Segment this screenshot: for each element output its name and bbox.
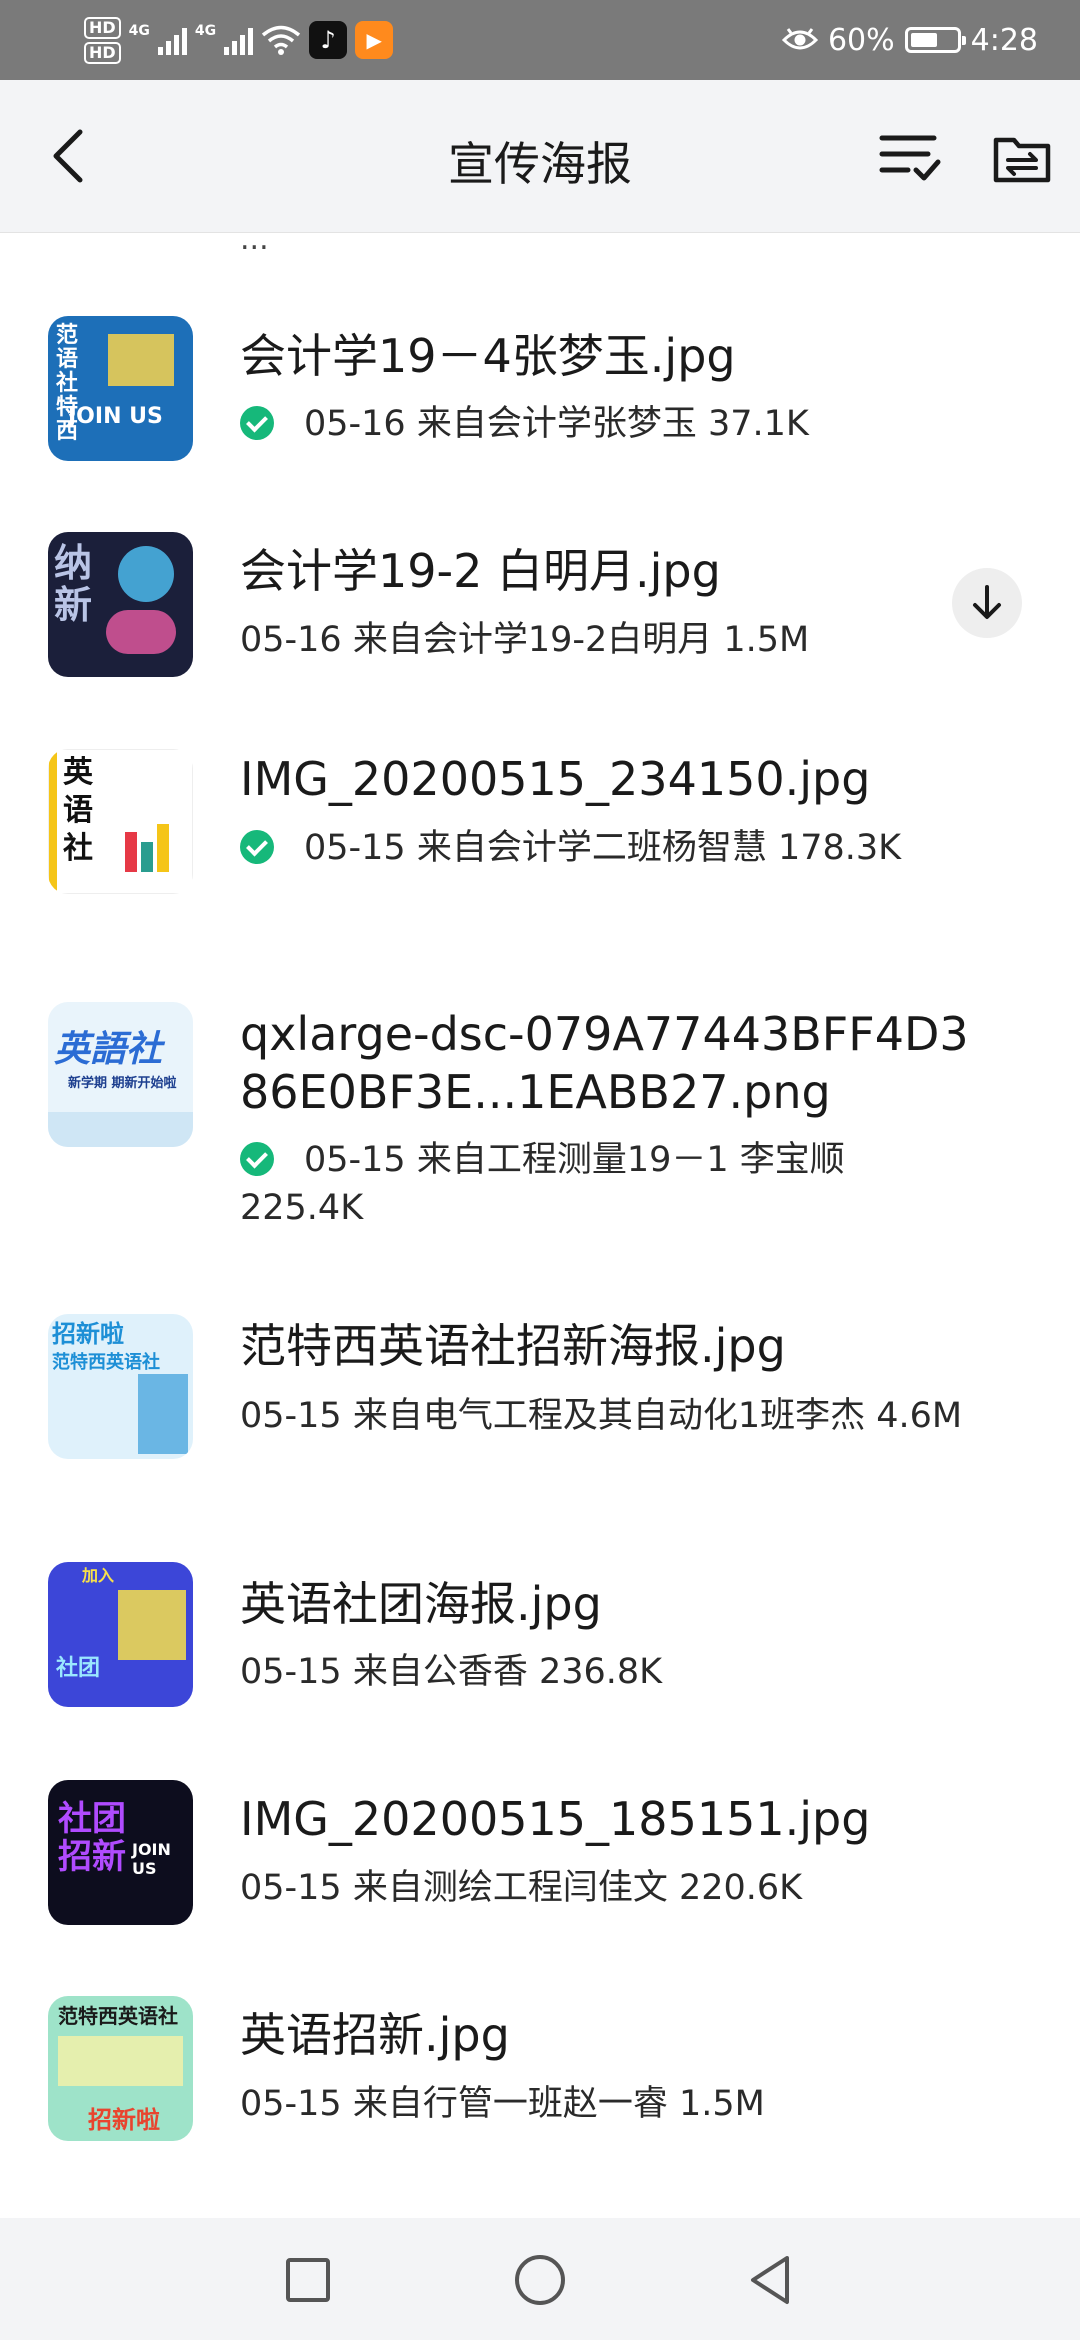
file-name: 会计学19-2 白明月.jpg	[240, 544, 721, 598]
triangle-back-icon	[751, 2256, 789, 2304]
thumb-text: 范特西英语社	[52, 1352, 160, 1373]
signal-icon	[157, 25, 187, 55]
status-right: 60% 4:28	[781, 0, 1038, 80]
file-meta: 05-16 来自会计学张梦玉 37.1K	[240, 400, 970, 448]
thumb-text: 新学期 期新开始啦	[68, 1076, 177, 1091]
file-name: 范特西英语社招新海报.jpg	[240, 1319, 786, 1373]
wifi-icon	[262, 25, 301, 55]
file-name: IMG_20200515_185151.jpg	[240, 1792, 871, 1846]
file-meta: 05-15 来自会计学二班杨智慧 178.3K	[240, 824, 970, 872]
thumb-text: JOIN US	[132, 1840, 171, 1878]
thumb-text: 社团	[56, 1656, 101, 1681]
file-thumbnail: 范特西英语社 招新啦	[48, 1996, 193, 2141]
file-name: qxlarge-dsc-079A77443BFF4D386E0BF3E...1E…	[240, 1007, 969, 1119]
file-meta: 05-15 来自行管一班赵一睿 1.5M	[240, 2084, 765, 2124]
downloaded-check-icon	[240, 1142, 274, 1176]
file-thumbnail: 范语社特西 JOIN US	[48, 316, 193, 461]
file-thumbnail: 招新啦 范特西英语社	[48, 1314, 193, 1459]
file-meta-text: 05-15 来自会计学二班杨智慧 178.3K	[304, 828, 902, 868]
signal-icon-2	[224, 25, 254, 55]
file-meta-text: 05-15 来自工程测量19－1 李宝顺 225.4K	[240, 1140, 845, 1228]
eye-comfort-icon	[781, 28, 818, 50]
thumb-text: 英语社	[63, 755, 93, 866]
status-left: HD HD 4G 4G ♪ ▶	[84, 12, 394, 68]
folder-icon	[993, 137, 1051, 183]
file-list[interactable]: ... 范语社特西 JOIN US 会计学19－4张梦玉.jpg 05-16 来…	[0, 232, 1080, 2218]
file-thumbnail: 纳新	[48, 532, 193, 677]
download-button[interactable]	[952, 568, 1022, 638]
file-meta: 05-15 来自电气工程及其自动化1班李杰 4.6M	[240, 1396, 963, 1436]
hd-icon: HD HD	[84, 16, 121, 64]
downloaded-check-icon	[240, 830, 274, 864]
sort-list-icon	[879, 135, 941, 181]
recents-button[interactable]	[276, 2248, 340, 2312]
thumb-text: 纳新	[54, 541, 93, 627]
file-name: 英语社团海报.jpg	[240, 1577, 602, 1631]
status-bar: HD HD 4G 4G ♪ ▶ 60% 4:28	[0, 0, 1080, 80]
circle-home-icon	[515, 2255, 565, 2305]
file-name: IMG_20200515_234150.jpg	[240, 752, 871, 806]
home-button[interactable]	[508, 2248, 572, 2312]
thumb-text: 招新啦	[52, 1320, 124, 1348]
network-type-2: 4G	[194, 23, 217, 39]
tiktok-app-icon: ♪	[309, 21, 348, 59]
file-meta: 05-15 来自测绘工程闫佳文 220.6K	[240, 1868, 803, 1908]
file-meta: 05-15 来自公香香 236.8K	[240, 1652, 663, 1692]
file-thumbnail: 社团招新 JOIN US	[48, 1780, 193, 1925]
thumb-text: 英語社	[54, 1029, 163, 1070]
battery-percent: 60%	[827, 22, 895, 58]
sort-button[interactable]	[874, 124, 946, 192]
file-meta-text: 05-16 来自会计学张梦玉 37.1K	[304, 404, 809, 444]
file-thumbnail: 加入 社团	[48, 1562, 193, 1707]
top-app-bar: 宣传海报	[0, 80, 1080, 233]
thumb-text: JOIN US	[68, 404, 163, 429]
nav-back-button[interactable]	[738, 2248, 802, 2312]
hd-label-1: HD	[84, 16, 121, 39]
system-navigation-bar	[0, 2218, 1080, 2340]
folder-button[interactable]	[986, 124, 1058, 192]
file-name: 英语招新.jpg	[240, 2008, 510, 2062]
hd-label-2: HD	[84, 41, 121, 64]
clock: 4:28	[970, 22, 1038, 58]
file-meta: 05-16 来自会计学19-2白明月 1.5M	[240, 620, 810, 660]
previous-item-fragment: ...	[240, 232, 269, 257]
network-type-1: 4G	[128, 23, 150, 39]
thumb-text: 社团招新	[58, 1799, 126, 1877]
file-thumbnail: 英语社	[48, 749, 193, 894]
thumb-text: 加入	[82, 1566, 115, 1585]
download-arrow-icon	[973, 585, 1001, 619]
thumb-text: 招新啦	[88, 2106, 160, 2134]
video-app-icon: ▶	[355, 21, 394, 59]
thumb-text: 范特西英语社	[58, 2004, 178, 2028]
square-recents-icon	[286, 2258, 330, 2302]
battery-icon	[904, 27, 966, 53]
file-thumbnail: 英語社 新学期 期新开始啦	[48, 1002, 193, 1147]
downloaded-check-icon	[240, 406, 274, 440]
file-name: 会计学19－4张梦玉.jpg	[240, 329, 736, 383]
file-meta: 05-15 来自工程测量19－1 李宝顺 225.4K	[240, 1136, 970, 1232]
